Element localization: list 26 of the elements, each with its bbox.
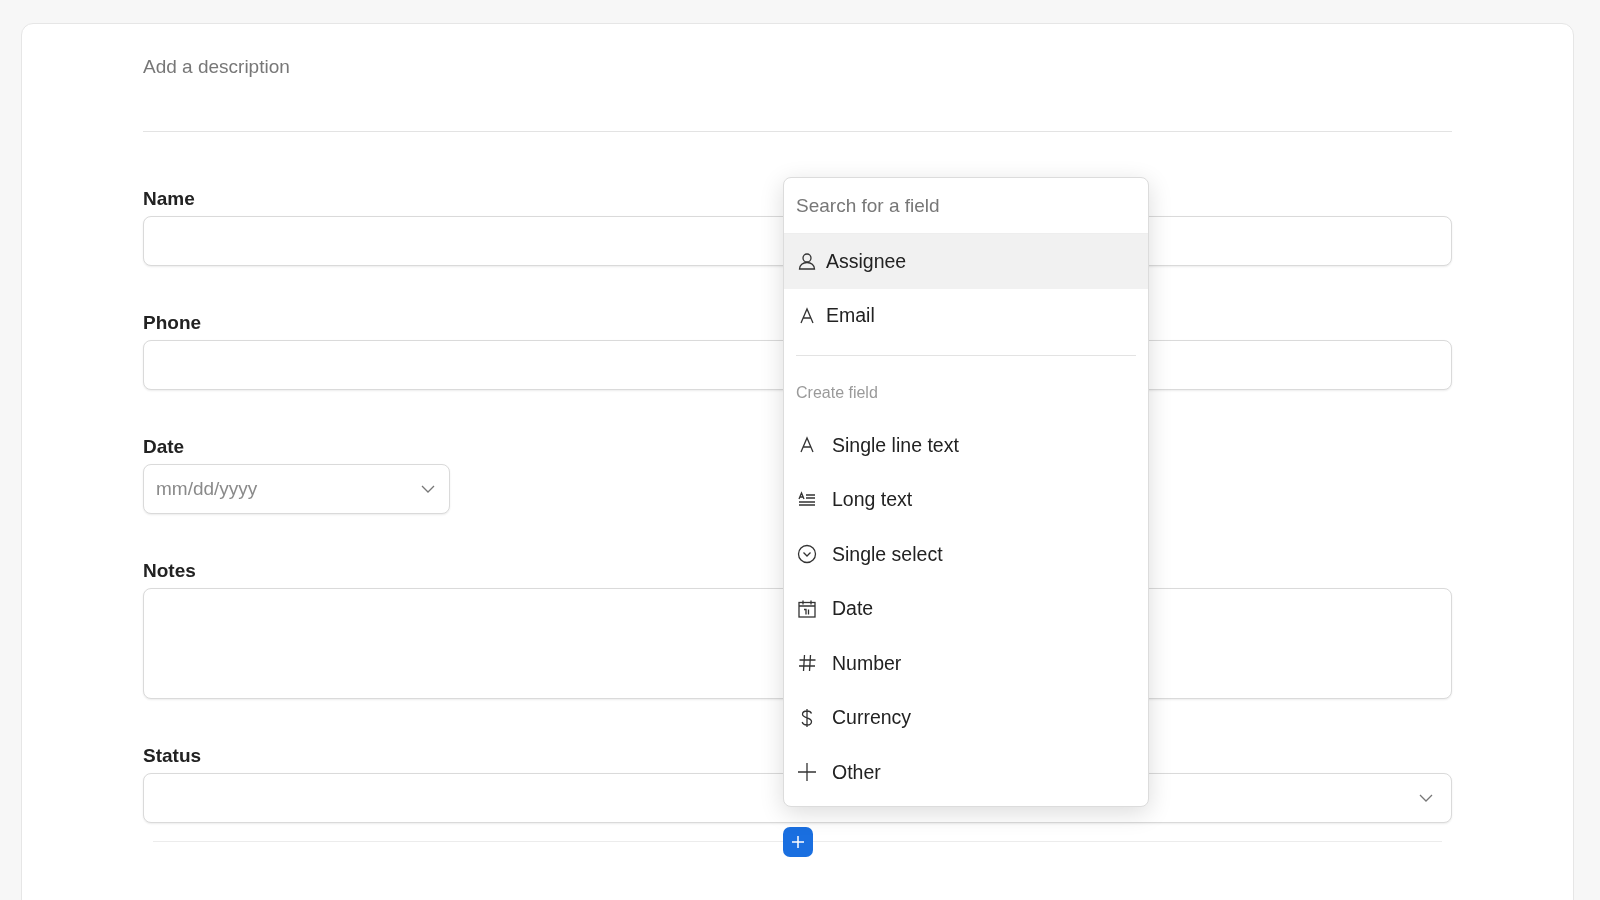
add-field-button[interactable] — [783, 827, 813, 857]
plus-icon — [791, 835, 805, 849]
field-label: Date — [143, 436, 185, 458]
menu-item[interactable]: Single line text — [784, 418, 1148, 473]
plus-icon — [797, 762, 817, 783]
calendar-icon — [797, 598, 817, 619]
field-label: Name — [143, 188, 195, 210]
menu-item[interactable]: Number — [784, 636, 1148, 691]
field-label: Notes — [143, 560, 196, 582]
menu-item[interactable]: Other — [784, 745, 1148, 800]
chevron-down-icon — [1419, 794, 1433, 802]
section-label: Create field — [795, 383, 879, 403]
circle-chevron-icon — [797, 544, 817, 565]
field-label: Phone — [143, 312, 202, 334]
menu-item[interactable]: Assignee — [784, 234, 1148, 289]
chevron-down-icon — [421, 485, 435, 493]
menu-item[interactable]: Date — [784, 581, 1148, 636]
search-field[interactable]: Search for a field — [784, 178, 1148, 234]
person-icon — [797, 251, 817, 272]
menu-item[interactable]: Currency — [784, 690, 1148, 745]
menu-item[interactable]: Long text — [784, 472, 1148, 527]
hash-icon — [797, 653, 817, 674]
date-input[interactable]: mm/dd/yyyy — [143, 464, 450, 514]
field-label: Status — [143, 745, 202, 767]
menu-item[interactable]: Single select — [784, 527, 1148, 582]
menu-item[interactable]: Email — [784, 288, 1148, 343]
